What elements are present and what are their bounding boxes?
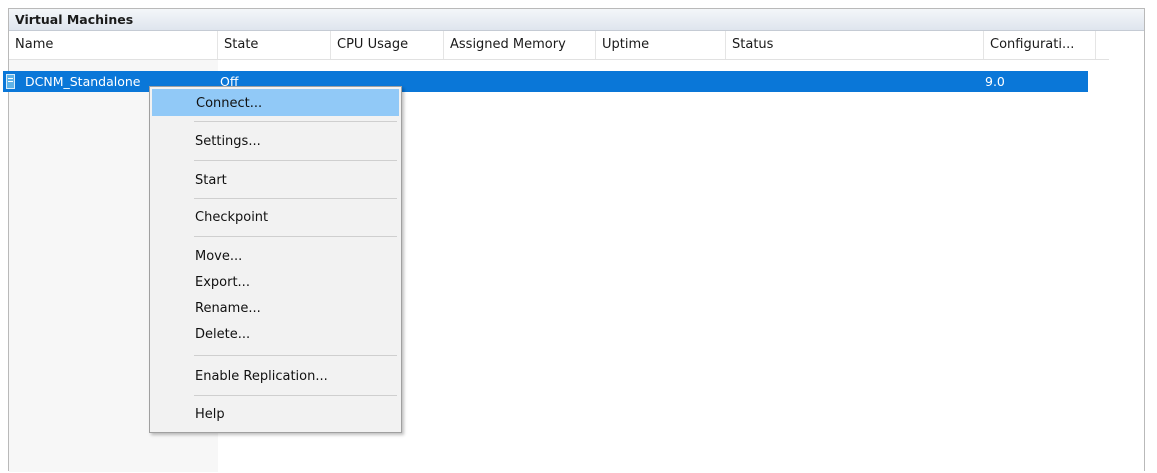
menu-item-checkpoint[interactable]: Checkpoint <box>152 204 399 231</box>
vm-name: DCNM_Standalone <box>25 74 141 89</box>
column-header-status[interactable]: Status <box>726 31 984 59</box>
column-header-configuration[interactable]: Configurati... <box>984 31 1096 59</box>
sort-ascending-icon: ^ <box>110 31 120 38</box>
menu-item-start[interactable]: Start <box>152 167 399 194</box>
menu-item-delete[interactable]: Delete... <box>152 321 399 348</box>
vm-configuration: 9.0 <box>985 74 1005 89</box>
column-header-name[interactable]: Name ^ <box>9 31 218 59</box>
menu-separator <box>194 355 397 356</box>
column-header-assigned-memory[interactable]: Assigned Memory <box>444 31 596 59</box>
menu-separator <box>194 160 397 161</box>
menu-separator <box>194 121 397 122</box>
menu-item-enable-replication[interactable]: Enable Replication... <box>152 363 399 390</box>
column-header-cpu-usage[interactable]: CPU Usage <box>331 31 444 59</box>
column-header-state[interactable]: State <box>218 31 331 59</box>
column-headers: Name ^ State CPU Usage Assigned Memory U… <box>9 31 1109 60</box>
virtual-machine-icon <box>6 74 15 89</box>
menu-item-help[interactable]: Help <box>152 401 399 428</box>
column-header-name-label: Name <box>15 37 54 52</box>
menu-item-rename[interactable]: Rename... <box>152 295 399 322</box>
menu-item-move[interactable]: Move... <box>152 243 399 270</box>
panel-title: Virtual Machines <box>9 9 1144 31</box>
menu-item-connect[interactable]: Connect... <box>152 89 399 116</box>
menu-separator <box>194 236 397 237</box>
menu-separator <box>194 198 397 199</box>
column-header-uptime[interactable]: Uptime <box>596 31 726 59</box>
context-menu: Connect... Settings... Start Checkpoint … <box>149 86 402 433</box>
menu-item-export[interactable]: Export... <box>152 269 399 296</box>
menu-item-settings[interactable]: Settings... <box>152 128 399 155</box>
menu-separator <box>194 395 397 396</box>
